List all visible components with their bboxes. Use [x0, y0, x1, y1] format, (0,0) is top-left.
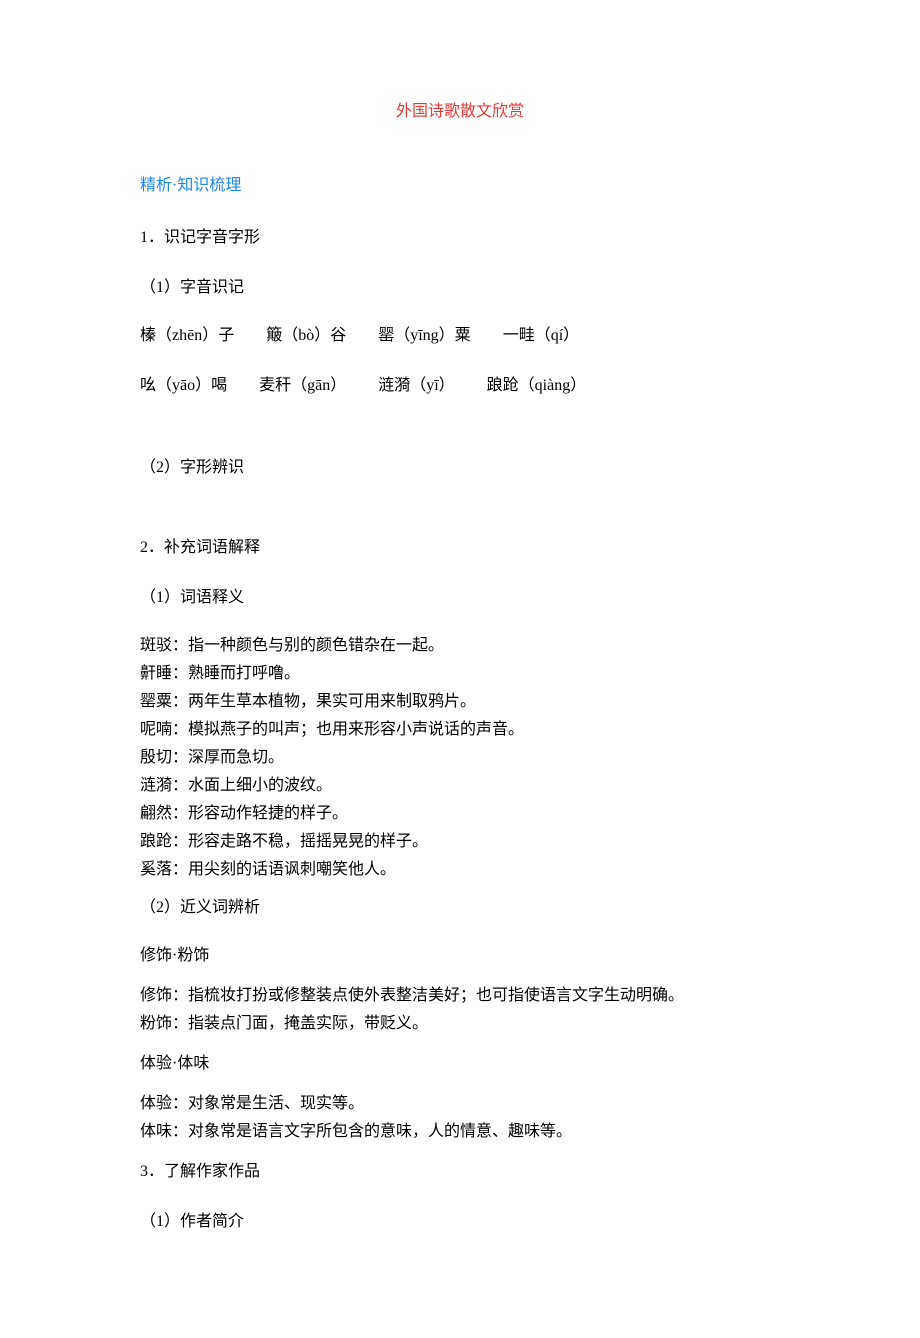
pinyin-line-1: 榛（zhēn）子 簸（bò）谷 罂（yīng）粟 一畦（qí）: [140, 324, 780, 348]
vocab-list: 斑驳：指一种颜色与别的颜色错杂在一起。 鼾睡：熟睡而打呼噜。 罂粟：两年生草本植…: [140, 634, 780, 882]
heading-author: 3．了解作家作品: [140, 1160, 780, 1184]
heading-vocab: 2．补充词语解释: [140, 536, 780, 560]
pinyin-item: 簸（bò）谷: [266, 327, 346, 344]
vocab-item: 鼾睡：熟睡而打呼噜。: [140, 662, 780, 686]
section-knowledge: 精析·知识梳理: [140, 174, 780, 198]
vocab-item: 涟漪：水面上细小的波纹。: [140, 774, 780, 798]
synonym-item: 粉饰：指装点门面，掩盖实际，带贬义。: [140, 1012, 780, 1036]
subheading-meaning: （1）词语释义: [140, 586, 780, 610]
vocab-item: 罂粟：两年生草本植物，果实可用来制取鸦片。: [140, 690, 780, 714]
pinyin-item: 麦秆（gān）: [259, 377, 346, 394]
pinyin-line-2: 吆（yāo）喝 麦秆（gān） 涟漪（yī） 踉跄（qiàng）: [140, 374, 780, 398]
vocab-item: 斑驳：指一种颜色与别的颜色错杂在一起。: [140, 634, 780, 658]
heading-phonetics: 1．识记字音字形: [140, 226, 780, 250]
vocab-item: 奚落：用尖刻的话语讽刺嘲笑他人。: [140, 858, 780, 882]
subheading-pronunciation: （1）字音识记: [140, 276, 780, 300]
subheading-synonym: （2）近义词辨析: [140, 896, 780, 920]
synonym-item: 体味：对象常是语言文字所包含的意味，人的情意、趣味等。: [140, 1120, 780, 1144]
synonym-item: 修饰：指梳妆打扮或修整装点使外表整洁美好；也可指使语言文字生动明确。: [140, 984, 780, 1008]
pinyin-item: 榛（zhēn）子: [140, 327, 234, 344]
page-title: 外国诗歌散文欣赏: [140, 100, 780, 124]
pinyin-item: 吆（yāo）喝: [140, 377, 227, 394]
synonym-item: 体验：对象常是生活、现实等。: [140, 1092, 780, 1116]
synonym-pair-1-title: 修饰·粉饰: [140, 944, 780, 968]
subheading-glyph: （2）字形辨识: [140, 456, 780, 480]
pinyin-item: 罂（yīng）粟: [378, 327, 470, 344]
subheading-bio: （1）作者简介: [140, 1210, 780, 1234]
vocab-item: 翩然：形容动作轻捷的样子。: [140, 802, 780, 826]
vocab-item: 殷切：深厚而急切。: [140, 746, 780, 770]
pinyin-item: 一畦（qí）: [503, 327, 579, 344]
vocab-item: 踉跄：形容走路不稳，摇摇晃晃的样子。: [140, 830, 780, 854]
vocab-item: 呢喃：模拟燕子的叫声；也用来形容小声说话的声音。: [140, 718, 780, 742]
synonym-pair-2-title: 体验·体味: [140, 1052, 780, 1076]
pinyin-item: 涟漪（yī）: [378, 377, 454, 394]
pinyin-item: 踉跄（qiàng）: [487, 377, 587, 394]
